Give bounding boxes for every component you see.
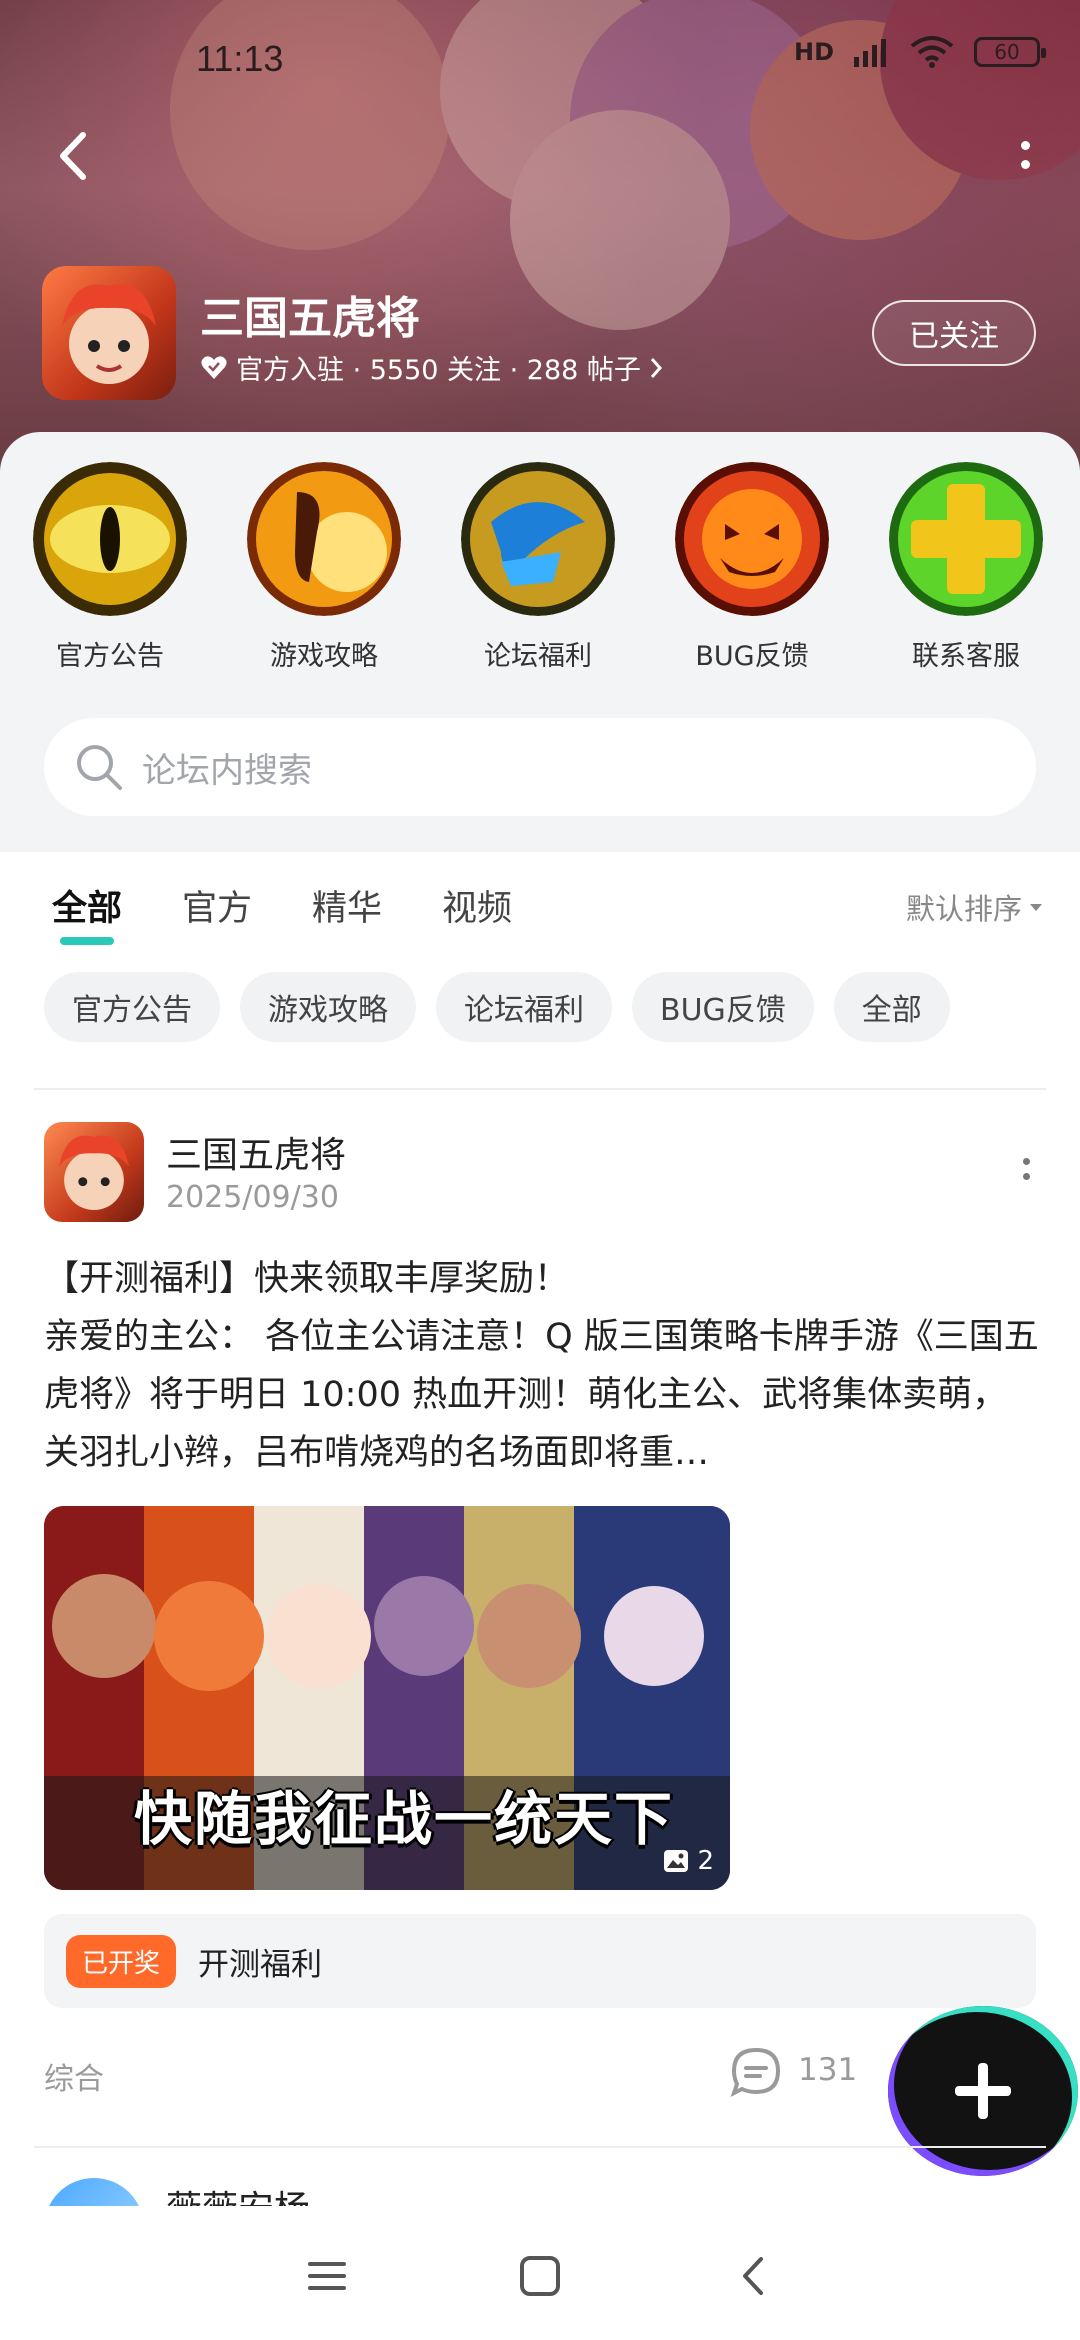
post-more-button[interactable] (1023, 1158, 1030, 1180)
home-square-icon (519, 2256, 560, 2296)
caret-down-icon (1030, 904, 1042, 911)
follow-button[interactable]: 已关注 (872, 300, 1036, 366)
quick-link-guide[interactable]: 游戏攻略 (239, 462, 409, 673)
more-options-button[interactable] (1010, 130, 1040, 180)
status-icons: HD 60 (793, 36, 1046, 68)
chip-announcement[interactable]: 官方公告 (44, 972, 220, 1042)
search-input[interactable]: 论坛内搜索 (44, 718, 1036, 816)
comment-count[interactable]: 131 (798, 2052, 857, 2088)
post-author-avatar[interactable] (44, 1122, 144, 1222)
quick-link-support[interactable]: 联系客服 (881, 462, 1051, 673)
battery-icon: 60 (974, 37, 1046, 67)
menu-icon (307, 2262, 346, 2290)
divider (34, 2146, 1046, 2148)
menu-button[interactable] (297, 2246, 357, 2306)
lottery-title: 开测福利 (198, 1946, 323, 1983)
quick-link-label: 联系客服 (912, 641, 1020, 672)
signal-icon (854, 39, 886, 67)
quick-link-label: 游戏攻略 (270, 641, 378, 672)
gift-icon (461, 462, 615, 616)
chip-welfare[interactable]: 论坛福利 (436, 972, 612, 1042)
system-nav-bar (0, 2212, 1080, 2340)
image-count-badge: 2 (663, 1846, 714, 1876)
search-placeholder: 论坛内搜索 (142, 750, 312, 791)
post-body[interactable]: 亲爱的主公： 各位主公请注意！Q 版三国策略卡牌手游《三国五虎将》将于明日 10… (44, 1308, 1040, 1482)
sort-dropdown[interactable]: 默认排序 (906, 886, 1044, 928)
forum-meta-text: 官方入驻 · 5550 关注 · 288 帖子 (236, 355, 641, 386)
quick-link-announcement[interactable]: 官方公告 (25, 462, 195, 673)
post-title[interactable]: 【开测福利】快来领取丰厚奖励！ (44, 1250, 1044, 1301)
chevron-right-icon (650, 357, 662, 378)
forum-meta[interactable]: 官方入驻 · 5550 关注 · 288 帖子 (200, 348, 663, 387)
post-category[interactable]: 综合 (44, 2054, 104, 2098)
home-button[interactable] (510, 2246, 570, 2306)
quick-link-bug-report[interactable]: BUG反馈 (667, 462, 837, 673)
network-label: HD (793, 38, 834, 66)
tab-video[interactable]: 视频 (442, 880, 512, 931)
quick-link-welfare[interactable]: 论坛福利 (453, 462, 623, 673)
post-date: 2025/09/30 (166, 1180, 339, 1215)
quick-links: 官方公告 游戏攻略 论坛福利 BUG反馈 联系客服 (0, 462, 1080, 682)
quick-link-label: BUG反馈 (695, 641, 809, 672)
tab-official[interactable]: 官方 (182, 880, 252, 931)
plus-cross-icon (889, 462, 1043, 616)
divider (34, 1088, 1046, 1090)
chip-bug-report[interactable]: BUG反馈 (632, 972, 814, 1042)
eye-icon (33, 462, 187, 616)
tab-all[interactable]: 全部 (52, 880, 122, 945)
strategy-icon (247, 462, 401, 616)
character-avatar-icon (58, 1135, 130, 1211)
comment-icon[interactable] (728, 2044, 784, 2100)
plus-icon (955, 2063, 1011, 2119)
back-button[interactable] (48, 126, 98, 186)
lottery-card[interactable]: 已开奖 开测福利 (44, 1914, 1036, 2008)
status-time: 11:13 (196, 38, 284, 79)
tab-featured[interactable]: 精华 (312, 880, 382, 931)
dot-icon (1023, 1158, 1030, 1165)
character-avatar-icon (62, 284, 156, 384)
verified-heart-icon (201, 355, 227, 379)
post-image[interactable]: 快随我征战一统天下 2 (44, 1506, 730, 1890)
chip-all[interactable]: 全部 (833, 972, 950, 1042)
image-count: 2 (697, 1846, 714, 1876)
image-caption: 快随我征战一统天下 (134, 1785, 675, 1853)
category-chips: 官方公告 游戏攻略 论坛福利 BUG反馈 全部 (44, 972, 950, 1042)
wifi-icon (910, 36, 954, 68)
lottery-status-badge: 已开奖 (66, 1934, 177, 1988)
image-icon (664, 1850, 689, 1872)
header-banner-art (170, 0, 1080, 330)
battery-level: 60 (994, 40, 1020, 64)
create-post-button[interactable] (888, 2006, 1078, 2176)
forum-logo (42, 266, 176, 400)
quick-link-label: 官方公告 (56, 641, 164, 672)
dot-icon (1023, 1173, 1030, 1180)
forum-header: 11:13 HD 60 三国五虎将 官方入驻 · 5550 关注 · 288 帖… (0, 0, 1080, 470)
search-icon (77, 745, 122, 790)
dot-icon (1020, 141, 1030, 150)
forum-title: 三国五虎将 (200, 293, 420, 344)
pumpkin-icon (675, 462, 829, 616)
post-author-name[interactable]: 三国五虎将 (166, 1126, 346, 1178)
sort-label: 默认排序 (905, 892, 1022, 926)
quick-link-label: 论坛福利 (484, 641, 592, 672)
chevron-left-icon (743, 2257, 764, 2295)
content-tabs: 全部 官方 精华 视频 (52, 880, 512, 945)
nav-back-button[interactable] (723, 2246, 783, 2306)
chevron-left-icon (60, 132, 86, 180)
dot-icon (1020, 160, 1030, 169)
chip-guide[interactable]: 游戏攻略 (240, 972, 416, 1042)
